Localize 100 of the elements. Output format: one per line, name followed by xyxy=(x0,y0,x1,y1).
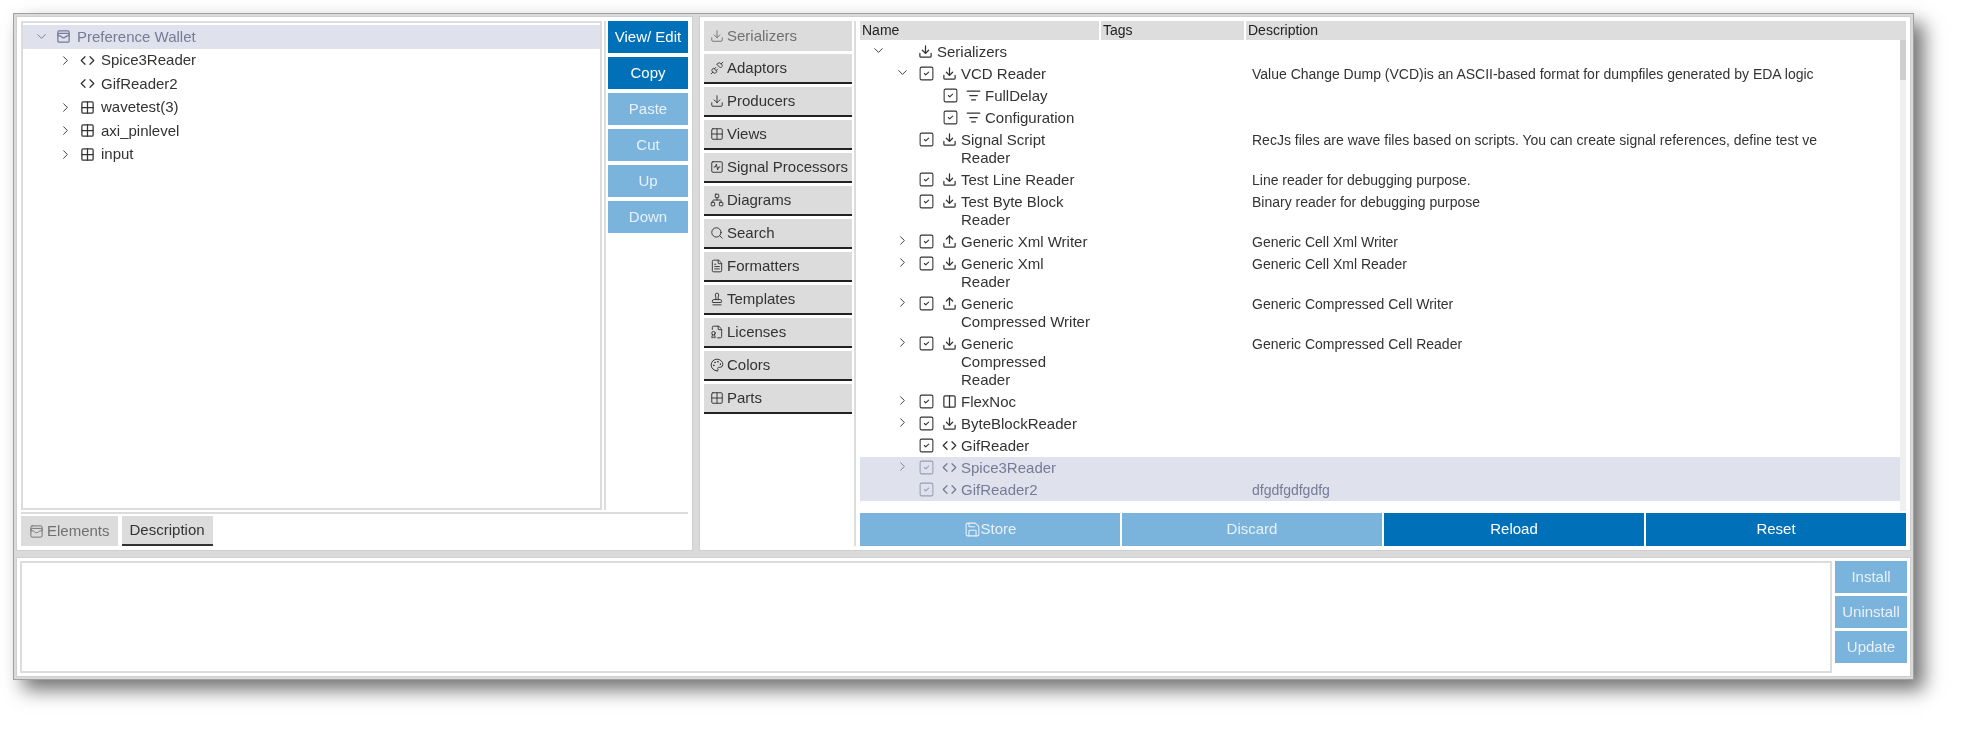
panel-tab[interactable]: Description xyxy=(121,516,213,546)
columns-icon xyxy=(942,394,957,409)
tree-row[interactable]: Generic Xml Writer Generic Cell Xml Writer xyxy=(860,231,1900,253)
palette-icon xyxy=(710,358,724,372)
checkbox[interactable] xyxy=(917,193,935,210)
row-description: Value Change Dump (VCD)is an ASCII-based format for dumpfiles generated by EDA logic xyxy=(1251,65,1814,83)
category-tab[interactable]: Views xyxy=(704,120,852,150)
tree-item[interactable]: input xyxy=(23,142,600,166)
tree-row[interactable]: Generic Xml Reader Generic Cell Xml Reader xyxy=(860,253,1900,293)
category-tab[interactable]: Search xyxy=(704,219,852,249)
tree-row[interactable]: Generic Compressed Reader Generic Compressed Cell Reader xyxy=(860,333,1900,391)
tree-item[interactable]: Spice3Reader xyxy=(23,48,600,72)
tree-row[interactable]: FullDelay xyxy=(860,85,1900,107)
download-icon xyxy=(942,416,957,431)
checkbox[interactable] xyxy=(917,481,935,498)
checkbox[interactable] xyxy=(917,393,935,410)
tree-row[interactable]: Signal Script Reader RecJs files are wave files based on scripts. You can create signal references, define test ve xyxy=(860,129,1900,169)
column-header[interactable]: Description xyxy=(1246,21,1906,40)
grid-icon xyxy=(80,123,95,139)
tree-item[interactable]: wavetest(3) xyxy=(23,95,600,119)
row-name: Generic Compressed Writer xyxy=(961,295,1091,331)
action-button[interactable]: View/ Edit xyxy=(608,21,688,53)
download-icon xyxy=(942,256,957,271)
category-tab[interactable]: Templates xyxy=(704,285,852,315)
row-description: Generic Compressed Cell Writer xyxy=(1251,295,1454,314)
category-tab[interactable]: Colors xyxy=(704,351,852,381)
tree-item[interactable]: GifReader2 xyxy=(23,72,600,96)
row-name: Generic Xml Writer xyxy=(961,233,1089,251)
category-tab[interactable]: Signal Processors xyxy=(704,153,852,183)
row-name: FullDelay xyxy=(985,87,1049,105)
row-description: Generic Compressed Cell Reader xyxy=(1251,335,1463,354)
row-description: Binary reader for debugging purpose xyxy=(1251,193,1481,212)
download-icon xyxy=(710,29,724,43)
code-icon xyxy=(942,482,957,497)
tree-row[interactable]: VCD Reader Value Change Dump (VCD)is an ASCII-based format for dumpfiles generated by EDA logic xyxy=(860,63,1900,85)
checkbox[interactable] xyxy=(917,233,935,250)
row-name: Generic Compressed Reader xyxy=(961,335,1048,389)
row-name: FlexNoc xyxy=(961,393,1017,411)
row-name: Serializers xyxy=(937,43,1009,61)
tree-row[interactable]: FlexNoc xyxy=(860,391,1900,413)
download-icon xyxy=(942,172,957,187)
code-icon xyxy=(942,460,957,475)
download-icon xyxy=(942,194,957,209)
row-name: Test Line Reader xyxy=(961,171,1076,189)
checkbox[interactable] xyxy=(917,171,935,188)
row-description: Generic Cell Xml Writer xyxy=(1251,233,1398,251)
checkbox[interactable] xyxy=(917,255,935,272)
checkbox[interactable] xyxy=(917,295,935,312)
network-icon xyxy=(710,193,724,207)
wallet-icon xyxy=(29,523,44,539)
tree-item[interactable]: axi_pinlevel xyxy=(23,119,600,143)
checkbox[interactable] xyxy=(917,437,935,454)
row-description: RecJs files are wave files based on scripts. You can create signal references, define test ve xyxy=(1251,131,1817,150)
checkbox[interactable] xyxy=(917,131,935,148)
checkbox[interactable] xyxy=(941,109,959,126)
row-name: GifReader2 xyxy=(961,481,1039,499)
column-header[interactable]: Tags xyxy=(1101,21,1244,40)
row-description: dfgdfgdfgdfg xyxy=(1251,481,1330,499)
category-tab[interactable]: Licenses xyxy=(704,318,852,348)
row-name: Generic Xml Reader xyxy=(961,255,1045,291)
tree-row[interactable]: GifReader xyxy=(860,435,1900,457)
tree-row[interactable]: ByteBlockReader xyxy=(860,413,1900,435)
column-header[interactable]: Name xyxy=(860,21,1099,40)
search-icon xyxy=(710,226,724,240)
action-button[interactable]: Reset xyxy=(1646,513,1906,546)
panel-tab[interactable]: Elements xyxy=(21,516,118,546)
category-tab[interactable]: Diagrams xyxy=(704,186,852,216)
checkbox[interactable] xyxy=(917,459,935,476)
tree-row[interactable]: Configuration xyxy=(860,107,1900,129)
category-tab[interactable]: Formatters xyxy=(704,252,852,282)
download-icon xyxy=(942,66,957,81)
checkbox[interactable] xyxy=(917,415,935,432)
stamp-icon xyxy=(710,292,724,306)
chart-icon xyxy=(710,160,724,174)
row-description: Generic Cell Xml Reader xyxy=(1251,255,1407,274)
tree-row[interactable]: Test Line Reader Line reader for debugging purpose. xyxy=(860,169,1900,191)
upload-icon xyxy=(942,296,957,311)
tree-row[interactable]: Serializers xyxy=(860,41,1900,63)
code-icon xyxy=(942,438,957,453)
checkbox[interactable] xyxy=(917,65,935,82)
category-tab[interactable]: Adaptors xyxy=(704,54,852,84)
action-button[interactable]: Reload xyxy=(1384,513,1644,546)
checkbox[interactable] xyxy=(917,335,935,352)
grid-icon xyxy=(710,127,724,141)
tree-row[interactable]: Generic Compressed Writer Generic Compressed Cell Writer xyxy=(860,293,1900,333)
tree-row[interactable]: Test Byte Block Reader Binary reader for debugging purpose xyxy=(860,191,1900,231)
category-tab[interactable]: Parts xyxy=(704,384,852,414)
wallet-icon xyxy=(56,29,71,45)
category-tab[interactable]: Serializers xyxy=(704,21,852,51)
category-tab[interactable]: Producers xyxy=(704,87,852,117)
row-name: Spice3Reader xyxy=(961,459,1058,477)
action-button[interactable]: Copy xyxy=(608,57,688,89)
row-name: ByteBlockReader xyxy=(961,415,1078,433)
certificate-icon xyxy=(710,325,724,339)
download-icon xyxy=(710,94,724,108)
checkbox[interactable] xyxy=(941,87,959,104)
scrollbar-thumb[interactable] xyxy=(1900,40,1906,80)
download-icon xyxy=(918,44,933,59)
upload-icon xyxy=(942,234,957,249)
plug-icon xyxy=(710,61,724,75)
